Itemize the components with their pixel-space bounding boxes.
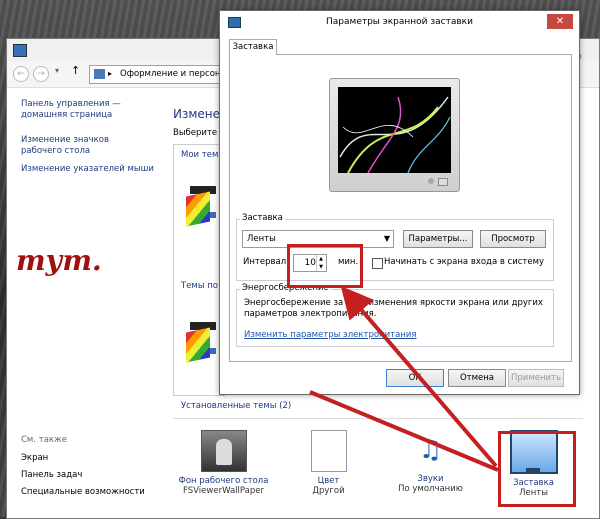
item-subtitle: Другой: [312, 486, 345, 496]
logon-checkbox-label[interactable]: Начинать с экрана входа в систему: [384, 257, 544, 267]
installed-themes-label[interactable]: Установленные темы (2): [181, 401, 291, 411]
monitor-preview: [329, 78, 460, 192]
control-panel-icon: [13, 44, 27, 57]
annotation-box-screensaver: [498, 431, 576, 507]
tab-screensaver[interactable]: Заставка: [229, 39, 277, 55]
see-also-label: См. также: [21, 435, 67, 445]
page-subtitle: Выберите т: [173, 128, 225, 138]
preview-screen: [338, 87, 451, 173]
interval-label: Интервал:: [243, 257, 290, 267]
dialog-title: Параметры экранной заставки: [326, 17, 473, 27]
accessibility-link[interactable]: Специальные возможности: [21, 487, 145, 498]
annotation-box-interval: [287, 244, 363, 288]
wallpaper-icon: [200, 430, 247, 472]
control-panel-home-link[interactable]: Панель управления — домашняя страница: [21, 99, 151, 121]
logon-checkbox[interactable]: [372, 258, 383, 269]
display-link[interactable]: Экран: [21, 453, 48, 464]
item-title: Цвет: [317, 476, 340, 486]
forward-icon[interactable]: →: [33, 66, 49, 82]
default-themes-label: Темы по: [181, 281, 219, 291]
sounds-item[interactable]: ♫ Звуки По умолчанию: [383, 430, 478, 494]
item-title: Звуки: [417, 474, 444, 484]
item-subtitle: По умолчанию: [398, 484, 463, 494]
select-value: Ленты: [247, 234, 276, 244]
power-description: Энергосбережение за счет изменения яркос…: [244, 298, 543, 319]
sounds-icon: ♫: [418, 435, 443, 465]
back-icon[interactable]: ←: [13, 66, 29, 82]
annotation-text: тут.: [16, 244, 102, 277]
up-arrow-icon[interactable]: ↑: [71, 64, 80, 77]
breadcrumb: Оформление и персона…: [120, 69, 235, 79]
control-panel-icon: [94, 69, 105, 79]
power-led-icon: [428, 178, 434, 184]
theme-thumbnail[interactable]: [186, 322, 216, 364]
preview-button[interactable]: Просмотр: [480, 230, 546, 248]
color-icon: [310, 430, 347, 472]
screensaver-icon: [228, 17, 241, 28]
cancel-button[interactable]: Отмена: [448, 369, 506, 387]
item-title: Фон рабочего стола: [178, 476, 269, 486]
chevron-down-icon[interactable]: ▾: [55, 66, 59, 75]
screensaver-group-label: Заставка: [240, 213, 285, 223]
divider: [173, 418, 583, 419]
breadcrumb-arrow-icon: ▸: [108, 69, 113, 78]
theme-thumbnail[interactable]: [186, 186, 216, 228]
chevron-down-icon: ▼: [383, 234, 390, 243]
taskbar-link[interactable]: Панель задач: [21, 470, 82, 481]
change-desktop-icons-link[interactable]: Изменение значков рабочего стола: [21, 135, 151, 157]
desktop-background-item[interactable]: Фон рабочего стола FSViewerWallPaper: [176, 430, 271, 496]
ribbons-preview: [339, 96, 451, 173]
change-mouse-pointers-link[interactable]: Изменение указателей мыши: [21, 164, 161, 175]
item-subtitle: FSViewerWallPaper: [183, 486, 264, 496]
apply-button: Применить: [508, 369, 564, 387]
ok-button[interactable]: ОК: [386, 369, 444, 387]
close-button[interactable]: ✕: [547, 14, 573, 29]
params-button[interactable]: Параметры...: [403, 230, 473, 248]
color-item[interactable]: Цвет Другой: [281, 430, 376, 496]
power-settings-link[interactable]: Изменить параметры электропитания: [244, 330, 416, 340]
monitor-button-icon: [438, 178, 448, 186]
screensaver-group: [236, 219, 554, 281]
